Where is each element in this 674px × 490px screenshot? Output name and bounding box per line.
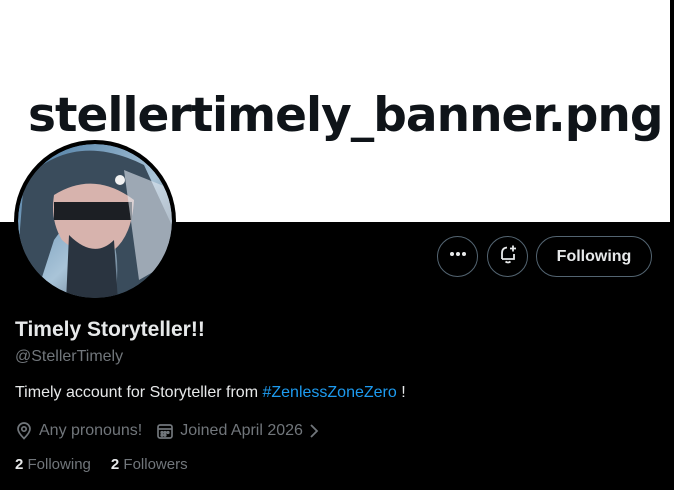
following-count-link[interactable]: 2 Following xyxy=(15,456,91,473)
profile-bio: Timely account for Storyteller from #Zen… xyxy=(15,384,406,402)
avatar[interactable] xyxy=(14,140,176,302)
chevron-right-icon[interactable] xyxy=(308,423,320,439)
joined-date-link[interactable]: Joined April 2026 xyxy=(180,422,303,440)
notification-bell-plus-icon xyxy=(497,243,519,270)
following-button[interactable]: Following xyxy=(536,236,652,277)
profile-name: Timely Storyteller!! xyxy=(15,318,205,341)
more-icon xyxy=(448,244,468,269)
banner-text: stellertimely_banner.png xyxy=(28,88,664,143)
location-pin-icon xyxy=(15,422,33,440)
pronouns-text: Any pronouns! xyxy=(39,422,143,439)
scrollbar-track xyxy=(670,0,674,490)
follow-counts: 2 Following 2 Followers xyxy=(15,456,208,473)
bio-suffix: ! xyxy=(396,384,406,401)
notify-button[interactable] xyxy=(487,236,528,277)
profile-handle: @StellerTimely xyxy=(15,348,124,365)
followers-count: 2 xyxy=(110,456,120,473)
bio-text: Timely account for Storyteller from xyxy=(15,384,263,401)
followers-count-link[interactable]: 2 Followers xyxy=(111,456,188,473)
following-count: 2 xyxy=(15,456,24,473)
bio-hashtag-link[interactable]: #ZenlessZoneZero xyxy=(262,384,396,401)
more-button[interactable] xyxy=(437,236,478,277)
calendar-icon xyxy=(156,422,174,440)
following-count-label: Following xyxy=(27,456,91,473)
profile-meta: Any pronouns! Joined April 2026 xyxy=(15,420,326,442)
followers-count-label: Followers xyxy=(123,456,188,473)
